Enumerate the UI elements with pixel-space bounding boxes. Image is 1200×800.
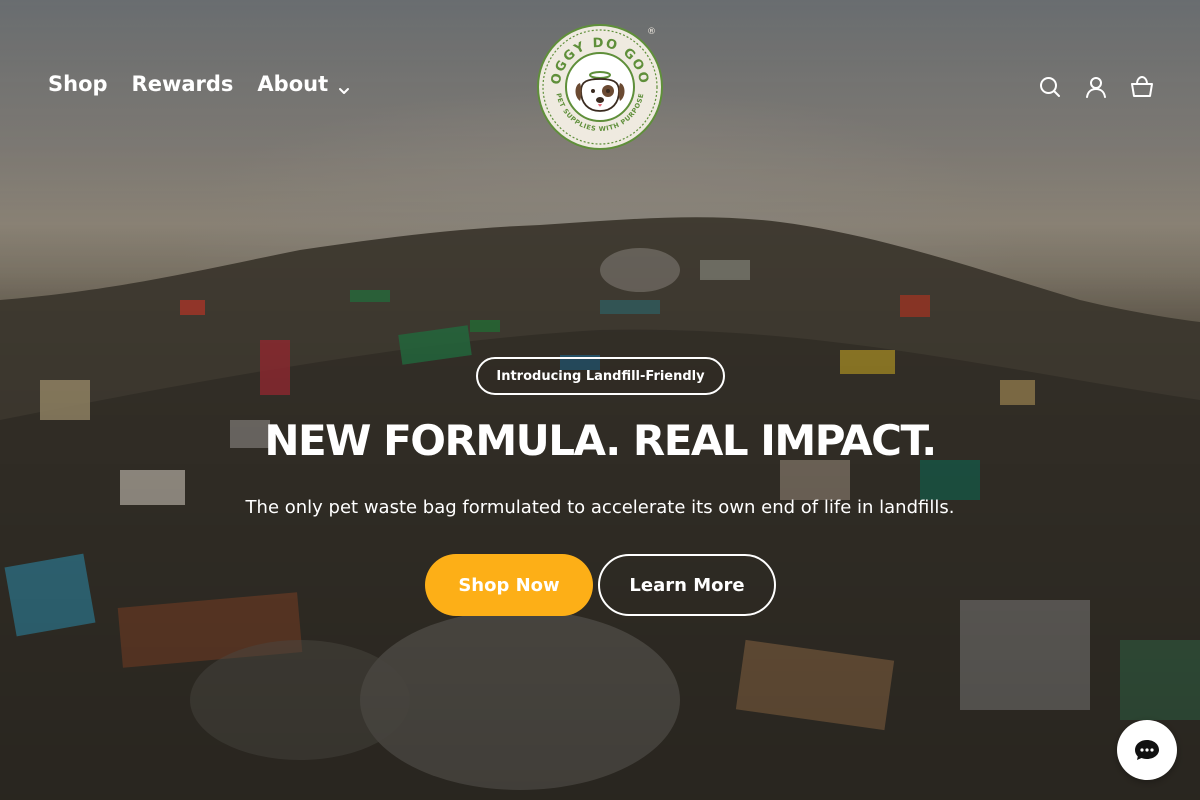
header-actions [1038, 74, 1154, 100]
chat-bubble-icon [1135, 740, 1159, 760]
main-nav: Shop Rewards About [48, 72, 350, 96]
shop-now-button[interactable]: Shop Now [425, 554, 593, 616]
chevron-down-icon [338, 78, 350, 94]
account-icon[interactable] [1084, 74, 1108, 100]
brand-logo[interactable]: DOGGY DO GOOD PET SUPPLIES WITH PURPOSE … [530, 12, 664, 151]
chat-launcher-button[interactable] [1117, 720, 1177, 780]
site-header: Shop Rewards About DOGGY DO GOOD PET SUP… [0, 0, 1200, 170]
nav-about-label: About [257, 72, 329, 96]
search-icon[interactable] [1038, 74, 1062, 100]
hero-subtext: The only pet waste bag formulated to acc… [245, 497, 955, 518]
learn-more-button[interactable]: Learn More [598, 554, 776, 616]
registered-mark: ® [647, 27, 656, 37]
cart-icon[interactable] [1130, 74, 1154, 100]
nav-shop-link[interactable]: Shop [48, 72, 108, 96]
nav-rewards-link[interactable]: Rewards [132, 72, 234, 96]
nav-about-link[interactable]: About [257, 72, 350, 96]
hero-headline: NEW FORMULA. REAL IMPACT. [264, 416, 937, 465]
hero-eyebrow-badge: Introducing Landfill-Friendly [476, 357, 725, 395]
